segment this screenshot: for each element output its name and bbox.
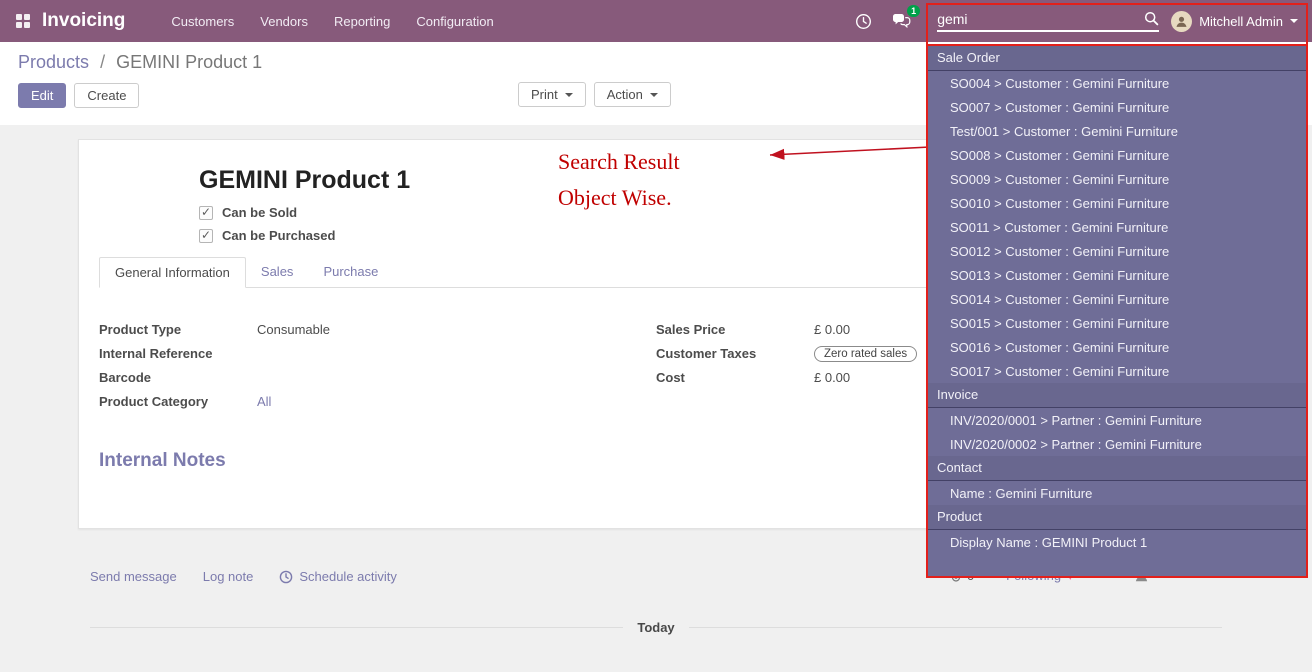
search-result-item[interactable]: Test/001 > Customer : Gemini Furniture: [928, 119, 1306, 143]
internal-reference-row: Internal Reference: [99, 346, 626, 365]
create-button[interactable]: Create: [74, 83, 139, 108]
annotation-line-1: Search Result: [558, 144, 680, 180]
schedule-activity-label: Schedule activity: [299, 569, 397, 584]
user-name: Mitchell Admin: [1199, 14, 1283, 29]
divider-line: [689, 627, 1222, 628]
date-divider-label: Today: [623, 620, 688, 635]
sales-price-value: £ 0.00: [814, 322, 850, 337]
print-action-group: Print Action: [518, 82, 671, 107]
sales-price-label: Sales Price: [656, 322, 814, 337]
annotation-text: Search Result Object Wise.: [558, 144, 680, 216]
clock-icon: [279, 570, 293, 584]
navbar-systray: 1 Mitchell Admin: [845, 11, 1302, 32]
product-category-row: Product Category All: [99, 394, 626, 413]
breadcrumb-products-link[interactable]: Products: [18, 52, 89, 72]
product-type-label: Product Type: [99, 322, 257, 337]
search-result-item[interactable]: SO012 > Customer : Gemini Furniture: [928, 239, 1306, 263]
caret-down-icon: [1290, 19, 1298, 27]
cost-label: Cost: [656, 370, 814, 385]
action-menu-label: Action: [607, 87, 643, 102]
search-group-header: Product: [928, 505, 1306, 530]
menu-vendors[interactable]: Vendors: [260, 14, 308, 29]
search-group-header: Contact: [928, 456, 1306, 481]
search-group-header: Invoice: [928, 383, 1306, 408]
search-result-item[interactable]: SO010 > Customer : Gemini Furniture: [928, 191, 1306, 215]
menu-configuration[interactable]: Configuration: [416, 14, 493, 29]
product-type-value: Consumable: [257, 322, 330, 337]
product-category-label: Product Category: [99, 394, 257, 409]
search-result-item[interactable]: Display Name : GEMINI Product 1: [928, 530, 1306, 554]
product-category-value[interactable]: All: [257, 394, 271, 409]
search-group-header: Sale Order: [928, 46, 1306, 71]
edit-button[interactable]: Edit: [18, 83, 66, 108]
user-menu[interactable]: Mitchell Admin: [1171, 11, 1302, 32]
search-result-item[interactable]: SO016 > Customer : Gemini Furniture: [928, 335, 1306, 359]
can-be-purchased-checkbox[interactable]: [199, 229, 213, 243]
search-input[interactable]: [937, 11, 1144, 27]
annotation-arrow-icon: [758, 140, 936, 166]
print-menu-button[interactable]: Print: [518, 82, 586, 107]
search-result-item[interactable]: Name : Gemini Furniture: [928, 481, 1306, 505]
send-message-link[interactable]: Send message: [90, 569, 177, 584]
customer-taxes-label: Customer Taxes: [656, 346, 814, 361]
search-result-item[interactable]: SO007 > Customer : Gemini Furniture: [928, 95, 1306, 119]
global-search-results-panel: Sale Order SO004 > Customer : Gemini Fur…: [928, 44, 1306, 578]
log-note-link[interactable]: Log note: [203, 569, 254, 584]
search-group-contact: Contact Name : Gemini Furniture: [928, 456, 1306, 505]
breadcrumb-current: GEMINI Product 1: [116, 52, 262, 72]
search-group-product: Product Display Name : GEMINI Product 1: [928, 505, 1306, 554]
barcode-row: Barcode: [99, 370, 626, 389]
apps-menu-icon[interactable]: [16, 14, 30, 28]
search-result-item[interactable]: SO009 > Customer : Gemini Furniture: [928, 167, 1306, 191]
customer-taxes-tag[interactable]: Zero rated sales: [814, 346, 917, 362]
search-result-item[interactable]: SO013 > Customer : Gemini Furniture: [928, 263, 1306, 287]
search-result-item[interactable]: SO014 > Customer : Gemini Furniture: [928, 287, 1306, 311]
action-menu-button[interactable]: Action: [594, 82, 671, 107]
tab-sales[interactable]: Sales: [246, 257, 309, 288]
menu-reporting[interactable]: Reporting: [334, 14, 390, 29]
can-be-sold-label: Can be Sold: [222, 205, 297, 220]
product-type-row: Product Type Consumable: [99, 322, 626, 341]
search-group-invoice: Invoice INV/2020/0001 > Partner : Gemini…: [928, 383, 1306, 456]
barcode-label: Barcode: [99, 370, 257, 385]
user-avatar-icon: [1171, 11, 1192, 32]
search-result-item[interactable]: SO008 > Customer : Gemini Furniture: [928, 143, 1306, 167]
can-be-sold-checkbox[interactable]: [199, 206, 213, 220]
annotation-line-2: Object Wise.: [558, 180, 680, 216]
search-result-item[interactable]: SO015 > Customer : Gemini Furniture: [928, 311, 1306, 335]
schedule-activity-link[interactable]: Schedule activity: [279, 569, 397, 584]
search-result-item[interactable]: SO011 > Customer : Gemini Furniture: [928, 215, 1306, 239]
main-menu: Customers Vendors Reporting Configuratio…: [171, 14, 493, 29]
internal-reference-label: Internal Reference: [99, 346, 257, 361]
cost-value: £ 0.00: [814, 370, 850, 385]
search-result-item[interactable]: SO017 > Customer : Gemini Furniture: [928, 359, 1306, 383]
search-icon[interactable]: [1144, 11, 1159, 26]
print-menu-label: Print: [531, 87, 558, 102]
activities-clock-icon[interactable]: [855, 13, 872, 30]
search-result-item[interactable]: INV/2020/0001 > Partner : Gemini Furnitu…: [928, 408, 1306, 432]
breadcrumb-separator: /: [100, 52, 105, 72]
can-be-purchased-label: Can be Purchased: [222, 228, 335, 243]
app-name[interactable]: Invoicing: [42, 10, 125, 32]
menu-customers[interactable]: Customers: [171, 14, 234, 29]
caret-down-icon: [565, 93, 573, 101]
search-result-item[interactable]: SO004 > Customer : Gemini Furniture: [928, 71, 1306, 95]
search-result-item[interactable]: INV/2020/0002 > Partner : Gemini Furnitu…: [928, 432, 1306, 456]
messages-icon[interactable]: 1: [892, 13, 911, 29]
divider-line: [90, 627, 623, 628]
caret-down-icon: [650, 93, 658, 101]
top-navbar: Invoicing Customers Vendors Reporting Co…: [0, 0, 1312, 42]
search-group-sale-order: Sale Order SO004 > Customer : Gemini Fur…: [928, 46, 1306, 383]
field-column-left: Product Type Consumable Internal Referen…: [99, 322, 656, 418]
tab-purchase[interactable]: Purchase: [308, 257, 393, 288]
global-search-box: [937, 11, 1159, 32]
messages-badge: 1: [907, 5, 920, 17]
tab-general-information[interactable]: General Information: [99, 257, 246, 288]
date-divider: Today: [90, 620, 1222, 635]
